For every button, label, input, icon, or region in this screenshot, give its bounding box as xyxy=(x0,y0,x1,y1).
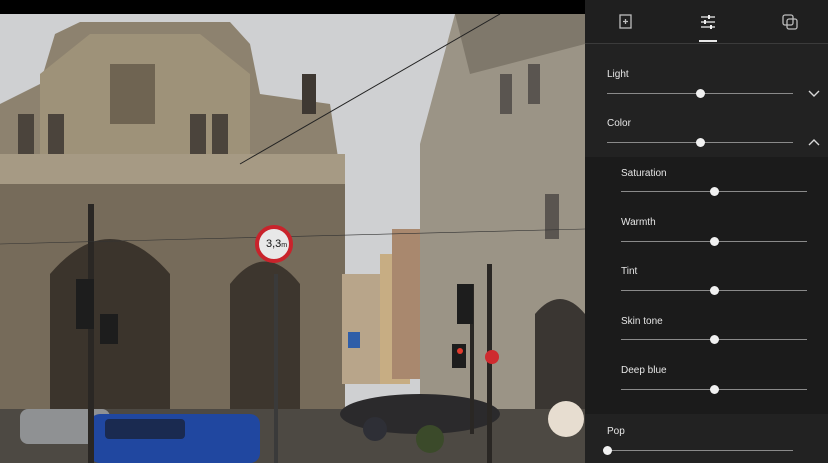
pop-label: Pop xyxy=(607,426,625,437)
light-label: Light xyxy=(607,69,629,80)
active-tab-indicator xyxy=(699,40,717,42)
skin-tone-slider-thumb[interactable] xyxy=(710,335,719,344)
skin-tone-label: Skin tone xyxy=(621,316,663,327)
warmth-slider-thumb[interactable] xyxy=(710,237,719,246)
deep-blue-label: Deep blue xyxy=(621,365,667,376)
pop-slider-track xyxy=(607,450,793,451)
saturation-slider[interactable] xyxy=(621,185,807,199)
light-slider-thumb[interactable] xyxy=(696,89,705,98)
deep-blue-slider-thumb[interactable] xyxy=(710,385,719,394)
light-slider[interactable] xyxy=(607,87,793,101)
chevron-down-icon[interactable] xyxy=(807,89,821,99)
tint-label: Tint xyxy=(621,266,638,277)
color-slider-thumb[interactable] xyxy=(696,138,705,147)
crop-rotate-icon[interactable] xyxy=(615,11,637,33)
warmth-label: Warmth xyxy=(621,217,656,228)
skin-tone-slider[interactable] xyxy=(621,333,807,347)
color-slider[interactable] xyxy=(607,136,793,150)
sign-unit: m xyxy=(281,242,287,249)
tint-slider[interactable] xyxy=(621,284,807,298)
color-label: Color xyxy=(607,118,631,129)
sliders-icon[interactable] xyxy=(697,11,719,33)
pop-slider-thumb[interactable] xyxy=(603,446,612,455)
filter-icon[interactable] xyxy=(779,11,801,33)
pop-slider[interactable] xyxy=(603,444,793,458)
saturation-slider-thumb[interactable] xyxy=(710,187,719,196)
adjustments-panel: Light Color Saturation Warmth Tint Skin … xyxy=(585,0,828,463)
warmth-slider[interactable] xyxy=(621,235,807,249)
chevron-up-icon[interactable] xyxy=(807,137,821,147)
tint-slider-thumb[interactable] xyxy=(710,286,719,295)
panel-tabs xyxy=(585,0,828,44)
deep-blue-slider[interactable] xyxy=(621,383,807,397)
color-subsections: Saturation Warmth Tint Skin tone Deep bl… xyxy=(585,157,828,414)
saturation-label: Saturation xyxy=(621,168,667,179)
photo-canvas[interactable]: 3,3m xyxy=(0,14,585,463)
